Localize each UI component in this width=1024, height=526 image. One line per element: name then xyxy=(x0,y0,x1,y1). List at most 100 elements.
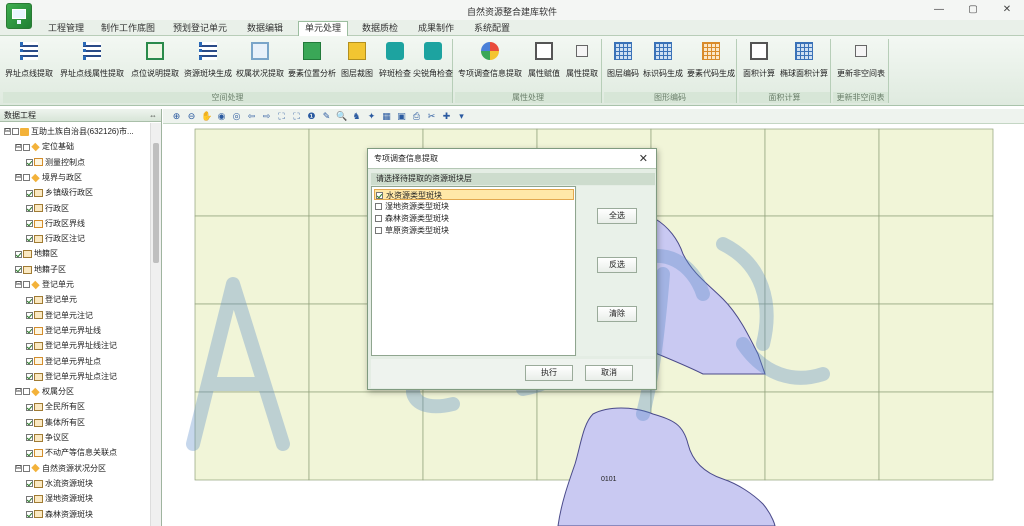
map-tool-icon[interactable]: ✦ xyxy=(366,111,377,122)
pin-icon[interactable]: ⇔ xyxy=(149,109,157,122)
tree-checkbox[interactable] xyxy=(26,495,33,503)
menu-config[interactable]: 系统配置 xyxy=(470,22,514,36)
area-calc-button[interactable]: 面积计算 xyxy=(739,42,779,84)
tree-node[interactable]: 争议区 xyxy=(26,432,69,444)
map-tool-icon[interactable]: ⇦ xyxy=(246,111,257,122)
item-checkbox[interactable] xyxy=(375,227,382,235)
menu-quality-check[interactable]: 数据质检 xyxy=(358,22,402,36)
collapse-toggle-icon[interactable]: ⊟ xyxy=(15,174,22,182)
tree-node[interactable]: ⊟ 境界与政区 xyxy=(15,172,82,184)
menu-edit[interactable]: 数据编辑 xyxy=(243,22,287,36)
map-tool-icon[interactable]: ▦ xyxy=(381,111,392,122)
attribute-extract-button[interactable]: 属性提取 xyxy=(563,42,601,84)
collapse-toggle-icon[interactable]: ⊟ xyxy=(15,464,22,472)
map-tool-icon[interactable]: ⇨ xyxy=(261,111,272,122)
tree-checkbox[interactable] xyxy=(23,143,30,151)
menu-project[interactable]: 工程管理 xyxy=(46,22,86,36)
tree-node[interactable]: 集体所有区 xyxy=(26,417,85,429)
tree-checkbox[interactable] xyxy=(23,281,30,289)
sharp-angle-check-button[interactable]: 尖锐角检查 xyxy=(413,42,453,84)
tree-checkbox[interactable] xyxy=(26,510,33,518)
tree-checkbox[interactable] xyxy=(26,311,33,319)
special-survey-extract-button[interactable]: 专项调查信息提取 xyxy=(457,42,523,84)
id-generate-button[interactable]: 标识码生成 xyxy=(642,42,684,84)
tree-node[interactable]: 登记单元界址线注记 xyxy=(26,340,117,352)
tree-node[interactable]: ⊟ 互助土族自治县(632126)市... xyxy=(4,126,134,138)
tree-node[interactable]: 登记单元 xyxy=(26,294,77,306)
collapse-toggle-icon[interactable]: ⊟ xyxy=(15,388,22,396)
item-checkbox[interactable] xyxy=(376,192,383,200)
layer-checklist-item[interactable]: 水资源类型斑块 xyxy=(374,189,574,200)
map-tool-icon[interactable]: 🔍 xyxy=(336,111,347,122)
tree-checkbox[interactable] xyxy=(26,235,33,243)
item-checkbox[interactable] xyxy=(375,203,382,211)
feature-code-generate-button[interactable]: 要素代码生成 xyxy=(686,42,736,84)
menu-output[interactable]: 成果制作 xyxy=(414,22,458,36)
item-checkbox[interactable] xyxy=(375,215,382,223)
map-tool-icon[interactable]: ⛶ xyxy=(276,111,287,122)
menu-basemap[interactable]: 制作工作底图 xyxy=(98,22,158,36)
tree-node[interactable]: 登记单元界址点 xyxy=(26,356,101,368)
map-tool-icon[interactable]: ⊖ xyxy=(186,111,197,122)
tree-checkbox[interactable] xyxy=(26,327,33,335)
collapse-toggle-icon[interactable]: ⊟ xyxy=(15,143,22,151)
tree-checkbox[interactable] xyxy=(23,464,30,472)
tree-checkbox[interactable] xyxy=(26,403,33,411)
tree-node[interactable]: 森林资源斑块 xyxy=(26,509,93,521)
tree-checkbox[interactable] xyxy=(23,388,30,396)
tree-checkbox[interactable] xyxy=(26,434,33,442)
map-tool-icon[interactable]: ▣ xyxy=(396,111,407,122)
tree-node[interactable]: 行政区注记 xyxy=(26,233,85,245)
tree-checkbox[interactable] xyxy=(26,158,33,166)
point-note-extract-button[interactable]: 点位说明提取 xyxy=(129,42,181,84)
dialog-close-icon[interactable]: ✕ xyxy=(639,149,648,169)
tree-node[interactable]: 地籍区 xyxy=(15,248,58,260)
tree-node[interactable]: 测量控制点 xyxy=(26,157,85,169)
tree-scrollbar[interactable] xyxy=(150,123,161,526)
menu-predivide[interactable]: 预划登记单元 xyxy=(172,22,228,36)
tree-node[interactable]: 地籍子区 xyxy=(15,264,66,276)
layer-encode-button[interactable]: 图层编码 xyxy=(604,42,642,84)
tree-checkbox[interactable] xyxy=(23,174,30,182)
ellipsoid-area-button[interactable]: 椭球面积计算 xyxy=(779,42,829,84)
map-tool-icon[interactable]: ▾ xyxy=(456,111,467,122)
tree-checkbox[interactable] xyxy=(26,480,33,488)
invert-selection-button[interactable]: 反选 xyxy=(597,257,637,273)
close-button[interactable]: ✕ xyxy=(1000,3,1014,17)
map-tool-icon[interactable]: ✚ xyxy=(441,111,452,122)
tree-checkbox[interactable] xyxy=(26,204,33,212)
tree-checkbox[interactable] xyxy=(12,128,19,136)
tree-node[interactable]: ⊟ 自然资源状况分区 xyxy=(15,463,106,475)
tree-checkbox[interactable] xyxy=(26,189,33,197)
tree-checkbox[interactable] xyxy=(26,419,33,427)
map-tool-icon[interactable]: ◉ xyxy=(216,111,227,122)
tree-node[interactable]: 行政区 xyxy=(26,203,69,215)
boundary-attr-extract-button[interactable]: 界址点线属性提取 xyxy=(57,42,127,84)
scrollbar-thumb[interactable] xyxy=(153,143,159,263)
layer-checklist-item[interactable]: 森林资源类型斑块 xyxy=(374,213,574,224)
layer-checklist-item[interactable]: 湿地资源类型斑块 xyxy=(374,201,574,212)
tree-checkbox[interactable] xyxy=(15,250,22,258)
fragment-check-button[interactable]: 碎斑检查 xyxy=(377,42,413,84)
tree-node[interactable]: ⊟ 登记单元 xyxy=(15,279,74,291)
tree-node[interactable]: 登记单元界址点注记 xyxy=(26,371,117,383)
cancel-button[interactable]: 取消 xyxy=(585,365,633,381)
collapse-toggle-icon[interactable]: ⊟ xyxy=(15,281,22,289)
tree-node[interactable]: 行政区界线 xyxy=(26,218,85,230)
tree-node[interactable]: 登记单元注记 xyxy=(26,310,93,322)
tree-node[interactable]: ⊟ 权属分区 xyxy=(15,386,74,398)
map-tool-icon[interactable]: ⊕ xyxy=(171,111,182,122)
feature-position-button[interactable]: 要素位置分析 xyxy=(287,42,337,84)
boundary-point-line-extract-button[interactable]: 界址点线提取 xyxy=(3,42,55,84)
tree-checkbox[interactable] xyxy=(26,373,33,381)
tree-checkbox[interactable] xyxy=(26,220,33,228)
maximize-button[interactable]: ▢ xyxy=(966,3,980,17)
map-tool-icon[interactable]: ✎ xyxy=(321,111,332,122)
map-tool-icon[interactable]: ✋ xyxy=(201,111,212,122)
ownership-extract-button[interactable]: 权属状况提取 xyxy=(235,42,285,84)
attribute-assign-button[interactable]: 属性赋值 xyxy=(525,42,563,84)
tree-node[interactable]: 全民所有区 xyxy=(26,401,85,413)
minimize-button[interactable]: — xyxy=(932,3,946,17)
map-tool-icon[interactable]: ❶ xyxy=(306,111,317,122)
map-tool-icon[interactable]: ✂ xyxy=(426,111,437,122)
